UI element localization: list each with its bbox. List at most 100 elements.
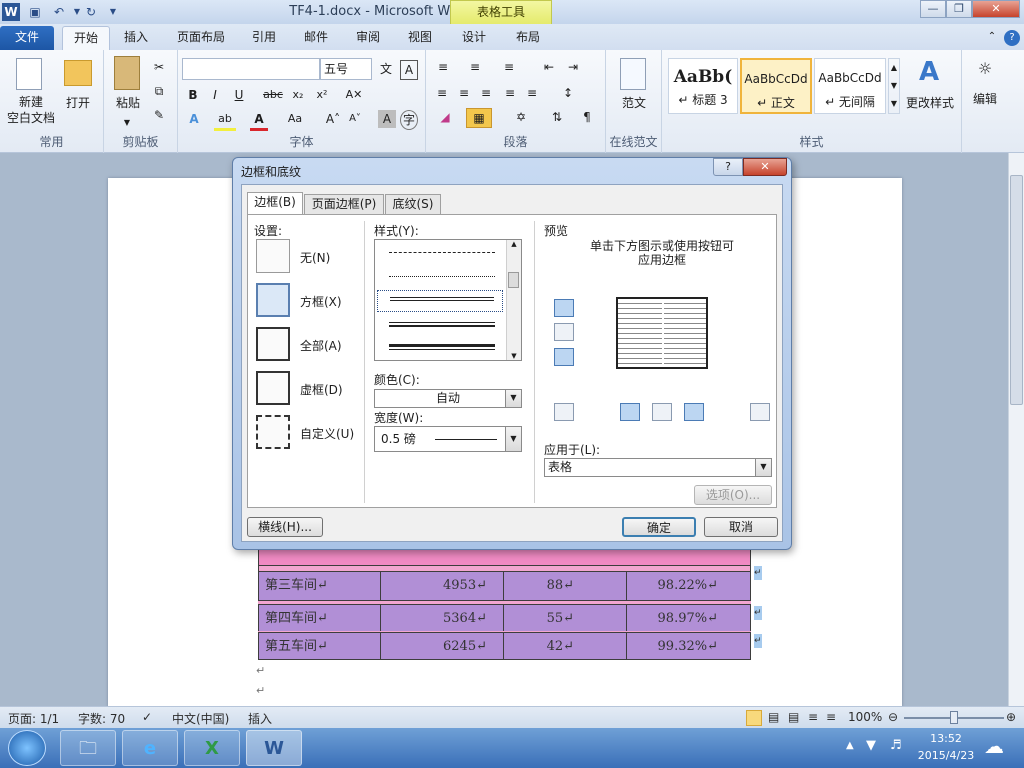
strikethrough-icon[interactable]: abc bbox=[262, 86, 284, 104]
table-row[interactable]: 第四车间↵ 5364↵ 55↵ 98.97%↵ bbox=[258, 604, 751, 632]
setting-all-label[interactable]: 全部(A) bbox=[300, 337, 342, 354]
setting-none-label[interactable]: 无(N) bbox=[300, 249, 330, 266]
superscript-icon[interactable]: x² bbox=[312, 86, 332, 104]
width-dropdown[interactable]: 0.5 磅 ▼ bbox=[374, 426, 522, 452]
multilevel-list-icon[interactable]: ≡ bbox=[498, 58, 520, 76]
font-color-icon[interactable]: A bbox=[250, 110, 268, 131]
setting-box-label[interactable]: 方框(X) bbox=[300, 293, 342, 310]
options-button[interactable]: 选项(O)... bbox=[694, 485, 772, 505]
left-border-button[interactable] bbox=[620, 403, 640, 421]
print-layout-view-icon[interactable] bbox=[746, 710, 762, 726]
line-style-thick-thin[interactable] bbox=[389, 344, 495, 350]
network-icon[interactable]: ▼ bbox=[866, 738, 876, 753]
tab-insert[interactable]: 插入 bbox=[114, 26, 158, 50]
tab-view[interactable]: 视图 bbox=[400, 26, 440, 50]
editing-button[interactable]: 编辑 bbox=[964, 90, 1006, 107]
zoom-out-icon[interactable]: ⊖ bbox=[888, 710, 898, 724]
binoculars-icon[interactable]: ☼ bbox=[974, 60, 996, 78]
change-styles-button[interactable]: 更改样式 bbox=[900, 94, 960, 111]
tab-references[interactable]: 引用 bbox=[244, 26, 284, 50]
proofing-icon[interactable]: ✓ bbox=[142, 710, 152, 724]
dialog-help-button[interactable]: ? bbox=[713, 158, 743, 176]
zoom-in-icon[interactable]: ⊕ bbox=[1006, 710, 1016, 724]
style-no-spacing[interactable]: AaBbCcDd ↵ 无间隔 bbox=[814, 58, 886, 114]
tab-page-layout[interactable]: 页面布局 bbox=[166, 26, 236, 50]
start-button[interactable] bbox=[8, 730, 46, 766]
maximize-button[interactable]: ❐ bbox=[946, 0, 972, 18]
new-document-button[interactable]: 新建 空白文档 bbox=[2, 94, 60, 126]
line-style-dashdot[interactable] bbox=[389, 252, 495, 253]
table-row[interactable]: 第三车间↵ 4953↵ 88↵ 98.22%↵ bbox=[258, 571, 751, 601]
style-normal[interactable]: AaBbCcDd ↵ 正文 bbox=[740, 58, 812, 114]
line-style-selected[interactable] bbox=[377, 290, 503, 312]
distributed-icon[interactable]: ≡ bbox=[522, 84, 542, 102]
inside-vertical-border-button[interactable] bbox=[652, 403, 672, 421]
setting-box-icon[interactable] bbox=[256, 283, 290, 317]
page-count[interactable]: 页面: 1/1 bbox=[8, 710, 59, 727]
align-center-icon[interactable]: ≡ bbox=[454, 84, 474, 102]
tab-mailings[interactable]: 邮件 bbox=[296, 26, 336, 50]
scrollbar-thumb[interactable] bbox=[1010, 175, 1023, 405]
template-icon[interactable] bbox=[620, 58, 646, 90]
inside-horizontal-border-button[interactable] bbox=[554, 323, 574, 341]
web-layout-view-icon[interactable]: ▤ bbox=[788, 710, 799, 724]
border-preview-diagram[interactable] bbox=[616, 297, 708, 369]
clock-date[interactable]: 2015/4/23 bbox=[910, 749, 982, 762]
setting-grid-label[interactable]: 虚框(D) bbox=[300, 381, 343, 398]
table-cell[interactable]: 5364↵ bbox=[380, 604, 504, 632]
table-row-partial[interactable] bbox=[258, 548, 751, 566]
table-cell[interactable]: 第四车间↵ bbox=[258, 604, 381, 632]
word-taskbar-icon[interactable]: W bbox=[246, 730, 302, 766]
table-cell[interactable]: 55↵ bbox=[503, 604, 627, 632]
style-heading3[interactable]: AaBb( ↵ 标题 3 bbox=[668, 58, 738, 114]
chinese-layout-icon[interactable]: ✡ bbox=[510, 108, 532, 126]
table-cell[interactable]: 98.97%↵ bbox=[626, 604, 751, 632]
horizontal-line-button[interactable]: 横线(H)... bbox=[247, 517, 323, 537]
font-size-combo[interactable]: 五号 bbox=[320, 58, 372, 80]
diagonal-up-border-button[interactable] bbox=[750, 403, 770, 421]
grow-font-icon[interactable]: A˄ bbox=[324, 110, 342, 128]
table-cell[interactable]: 4953↵ bbox=[380, 571, 504, 601]
minimize-button[interactable]: — bbox=[920, 0, 946, 18]
tab-shading[interactable]: 底纹(S) bbox=[385, 194, 441, 214]
show-paragraph-marks-icon[interactable]: ¶ bbox=[576, 108, 598, 126]
collapse-ribbon-icon[interactable]: ⌃ bbox=[984, 26, 1000, 50]
chevron-down-icon[interactable]: ▼ bbox=[755, 459, 771, 476]
table-cell[interactable]: 99.32%↵ bbox=[626, 632, 751, 660]
template-button[interactable]: 范文 bbox=[612, 94, 656, 111]
cancel-button[interactable]: 取消 bbox=[704, 517, 778, 537]
open-button[interactable]: 打开 bbox=[60, 94, 96, 111]
font-name-combo[interactable] bbox=[182, 58, 320, 80]
word-count[interactable]: 字数: 70 bbox=[78, 710, 125, 727]
tab-file[interactable]: 文件 bbox=[0, 26, 54, 50]
shrink-font-icon[interactable]: A˅ bbox=[346, 110, 364, 128]
top-border-button[interactable] bbox=[554, 299, 574, 317]
styles-scroll-icon[interactable]: ▲ ▼ ▼ bbox=[888, 58, 900, 114]
paste-dropdown-icon[interactable]: ▼ bbox=[120, 114, 134, 132]
format-painter-icon[interactable]: ✎ bbox=[150, 106, 168, 124]
change-styles-icon[interactable]: A bbox=[914, 56, 944, 88]
tab-borders[interactable]: 边框(B) bbox=[247, 192, 303, 215]
paste-icon[interactable] bbox=[114, 56, 140, 90]
line-style-thin-thick[interactable] bbox=[389, 322, 495, 327]
help-icon[interactable]: ? bbox=[1004, 30, 1020, 46]
bullets-icon[interactable]: ≡ bbox=[432, 58, 454, 76]
borders-icon[interactable]: ▦ bbox=[466, 108, 492, 128]
phonetic-guide-icon[interactable]: 文 bbox=[376, 60, 396, 78]
italic-icon[interactable]: I bbox=[206, 86, 224, 104]
vertical-scrollbar[interactable] bbox=[1008, 153, 1024, 706]
align-left-icon[interactable]: ≡ bbox=[432, 84, 452, 102]
tab-layout[interactable]: 布局 bbox=[506, 26, 550, 50]
chevron-down-icon[interactable]: ▼ bbox=[505, 427, 521, 451]
sort-icon[interactable]: ⇅ bbox=[546, 108, 568, 126]
diagonal-down-border-button[interactable] bbox=[554, 403, 574, 421]
paste-button[interactable]: 粘贴 bbox=[110, 94, 146, 111]
tab-page-border[interactable]: 页面边框(P) bbox=[304, 194, 384, 214]
table-cell[interactable]: 98.22%↵ bbox=[626, 571, 751, 601]
right-border-button[interactable] bbox=[684, 403, 704, 421]
table-cell[interactable]: 42↵ bbox=[503, 632, 627, 660]
setting-custom-icon[interactable] bbox=[256, 415, 290, 449]
table-cell[interactable]: 6245↵ bbox=[380, 632, 504, 660]
copy-icon[interactable]: ⧉ bbox=[150, 82, 168, 100]
cut-icon[interactable]: ✂ bbox=[150, 58, 168, 76]
